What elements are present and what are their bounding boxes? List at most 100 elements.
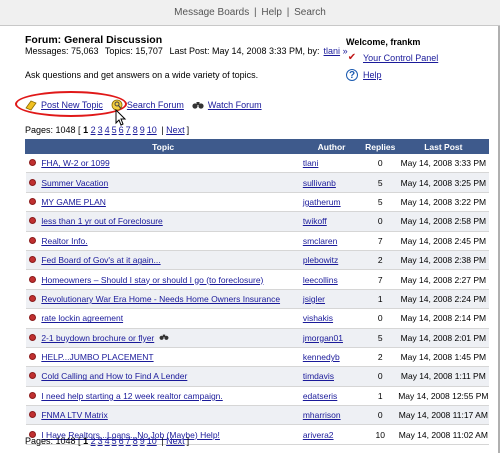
topic-cell: less than 1 yr out of Foreclosure — [39, 211, 301, 232]
topic-link[interactable]: MY GAME PLAN — [41, 197, 106, 207]
control-panel-link[interactable]: Your Control Panel — [363, 53, 438, 63]
page-link[interactable]: 7 — [126, 436, 131, 446]
watch-forum-link[interactable]: Watch Forum — [208, 100, 262, 110]
author-link[interactable]: mharrison — [303, 410, 341, 420]
author-cell: jmorgan01 — [300, 328, 363, 348]
post-new-topic-link[interactable]: Post New Topic — [41, 100, 103, 110]
topic-link[interactable]: Fed Board of Gov's at it again... — [41, 255, 160, 265]
topic-link[interactable]: HELP...JUMBO PLACEMENT — [41, 352, 153, 362]
author-link[interactable]: arivera2 — [303, 430, 334, 440]
topic-link[interactable]: 2-1 buydown brochure or flyer — [41, 333, 154, 343]
topics-table-body: FHA, W-2 or 1099 tlani 0 May 14, 2008 3:33 … — [25, 153, 489, 445]
page-link[interactable]: 10 — [147, 436, 157, 446]
author-cell: kennedyb — [300, 347, 363, 368]
author-link[interactable]: tlani — [303, 158, 319, 168]
author-cell: tlani — [300, 153, 363, 174]
search-forum-link[interactable]: Search Forum — [127, 100, 184, 110]
author-link[interactable]: leecollins — [303, 275, 338, 285]
table-header-row: Topic Author Replies Last Post — [24, 139, 490, 154]
topic-cell: FNMA LTV Matrix — [39, 405, 301, 426]
sidebar-help-link[interactable]: Help — [363, 70, 382, 80]
search-link[interactable]: Search — [294, 7, 326, 18]
post-new-topic-button[interactable]: Post New Topic — [25, 99, 103, 111]
pagination-top: Pages: 1048 [ 1 2 3 4 5 6 7 8 9 10 | Next] — [25, 125, 189, 135]
topic-link[interactable]: Realtor Info. — [41, 236, 87, 246]
replies-cell: 7 — [362, 231, 399, 251]
pagination-separator: | — [161, 436, 164, 446]
pagination-bottom: Pages: 1048 [ 1 2 3 4 5 6 7 8 9 10 | Next] — [25, 436, 189, 446]
page-link[interactable]: 4 — [105, 125, 110, 135]
author-link[interactable]: vishakis — [303, 313, 333, 323]
topic-link[interactable]: FNMA LTV Matrix — [41, 410, 107, 420]
control-panel-link-row[interactable]: ✔ Your Control Panel — [346, 52, 438, 64]
author-column-header: Author — [300, 139, 363, 154]
last-post-cell: May 14, 2008 3:25 PM — [398, 172, 489, 193]
table-row: rate lockin agreement vishakis 0 May 14, 20… — [25, 308, 489, 329]
author-link[interactable]: smclaren — [303, 236, 337, 246]
topic-status-cell — [25, 289, 40, 310]
replies-column-header: Replies — [361, 139, 399, 154]
page-link[interactable]: 5 — [112, 125, 117, 135]
table-row: Fed Board of Gov's at it again... plebowi… — [25, 250, 489, 271]
page-link[interactable]: 5 — [112, 436, 117, 446]
page-link[interactable]: 2 — [91, 436, 96, 446]
author-link[interactable]: kennedyb — [303, 352, 340, 362]
author-cell: edatseris — [300, 386, 363, 407]
topic-link[interactable]: rate lockin agreement — [41, 313, 123, 323]
topics-count: Topics: 15,707 — [104, 46, 163, 56]
page-link[interactable]: 2 — [91, 125, 96, 135]
page-link[interactable]: 6 — [119, 125, 124, 135]
topic-cell: Cold Calling and How to Find A Lender — [39, 366, 301, 387]
table-row: Revolutionary War Era Home - Needs Home … — [25, 289, 489, 310]
page-link[interactable]: 3 — [98, 125, 103, 135]
page-link[interactable]: 3 — [98, 436, 103, 446]
topic-status-icon — [28, 411, 36, 419]
last-post-cell: May 14, 2008 3:33 PM — [398, 153, 489, 174]
table-row: I need help starting a 12 week realtor c… — [25, 386, 489, 407]
next-page-link[interactable]: Next — [166, 125, 185, 135]
last-post-user-link[interactable]: tlani — [324, 46, 341, 56]
page-link[interactable]: 10 — [147, 125, 157, 135]
last-post-cell: May 14, 2008 12:55 PM — [398, 386, 489, 407]
topic-link[interactable]: Cold Calling and How to Find A Lender — [41, 371, 187, 381]
topic-status-icon — [28, 236, 36, 244]
new-topic-icon — [25, 99, 37, 111]
table-row: FHA, W-2 or 1099 tlani 0 May 14, 2008 3:33 … — [25, 153, 489, 174]
sidebar-help-row[interactable]: ? Help — [346, 69, 382, 81]
watch-forum-button[interactable]: Watch Forum — [192, 99, 262, 111]
topic-link[interactable]: less than 1 yr out of Foreclosure — [41, 216, 162, 226]
topic-status-icon — [28, 372, 36, 380]
last-post-cell: May 14, 2008 11:02 AM — [398, 424, 489, 445]
author-link[interactable]: plebowitz — [303, 255, 338, 265]
page-link[interactable]: 7 — [126, 125, 131, 135]
page-link[interactable]: 9 — [140, 125, 145, 135]
page-link[interactable]: 9 — [140, 436, 145, 446]
topic-link[interactable]: Homeowners – Should I stay or should I g… — [41, 275, 263, 285]
author-link[interactable]: edatseris — [303, 391, 338, 401]
next-page-link[interactable]: Next — [166, 436, 185, 446]
author-link[interactable]: timdavis — [303, 371, 334, 381]
topic-link[interactable]: FHA, W-2 or 1099 — [41, 158, 109, 168]
page-link[interactable]: 8 — [133, 436, 138, 446]
author-link[interactable]: jgatherum — [303, 197, 341, 207]
topic-status-icon — [28, 197, 36, 205]
page-link[interactable]: 8 — [133, 125, 138, 135]
message-boards-link[interactable]: Message Boards — [174, 7, 249, 18]
page-link[interactable]: 6 — [119, 436, 124, 446]
replies-cell: 1 — [362, 289, 399, 310]
page-link[interactable]: 4 — [105, 436, 110, 446]
help-link[interactable]: Help — [261, 7, 282, 18]
replies-cell: 0 — [362, 211, 399, 232]
author-link[interactable]: sullivanb — [303, 178, 336, 188]
last-post-cell: May 14, 2008 1:45 PM — [398, 347, 489, 368]
current-page: 1 — [83, 436, 89, 446]
author-link[interactable]: twikoff — [303, 216, 327, 226]
topic-link[interactable]: Revolutionary War Era Home - Needs Home … — [41, 294, 280, 304]
author-link[interactable]: jsigler — [303, 294, 325, 304]
replies-cell: 0 — [362, 405, 399, 426]
topic-link[interactable]: I need help starting a 12 week realtor c… — [41, 391, 222, 401]
topic-link[interactable]: Summer Vacation — [41, 178, 108, 188]
author-link[interactable]: jmorgan01 — [303, 333, 343, 343]
table-row: Cold Calling and How to Find A Lender tim… — [25, 366, 489, 387]
topic-cell: FHA, W-2 or 1099 — [39, 153, 301, 174]
